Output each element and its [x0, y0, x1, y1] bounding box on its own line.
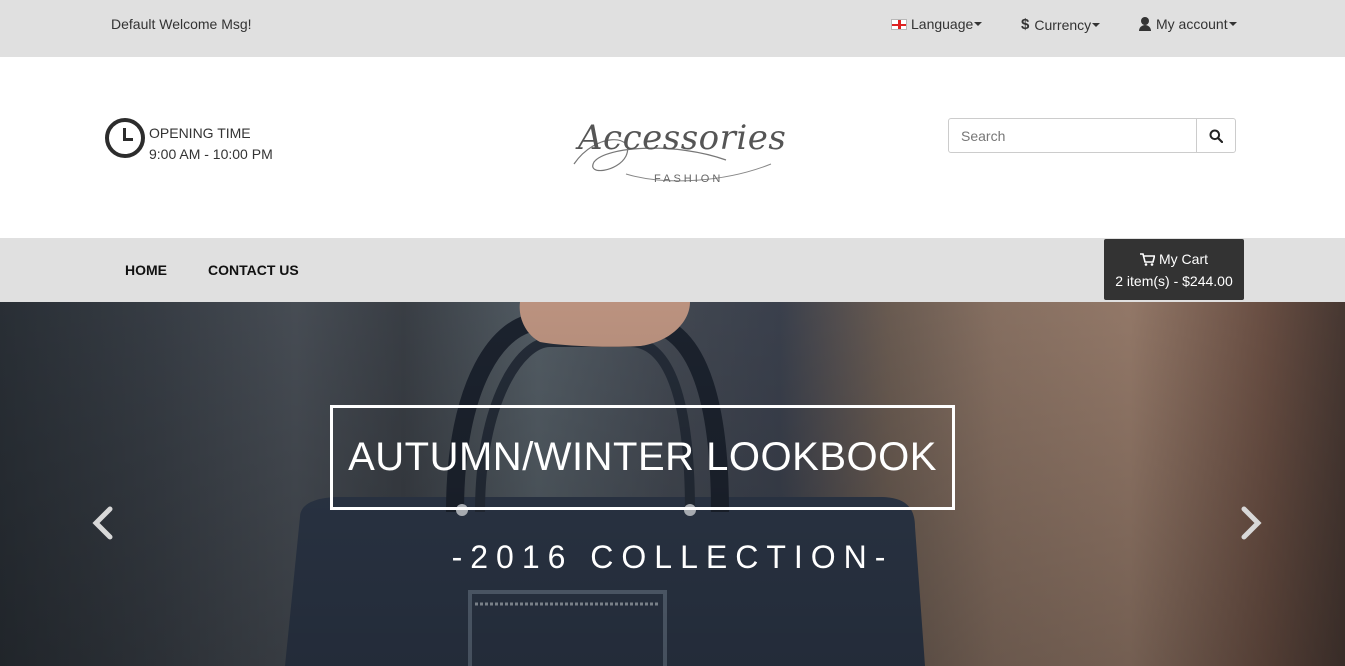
nav-contact-us[interactable]: CONTACT US — [208, 262, 299, 278]
top-bar: Default Welcome Msg! Language $ Currency… — [0, 0, 1345, 57]
cart-label: My Cart — [1159, 251, 1208, 267]
caret-down-icon — [1228, 22, 1237, 26]
language-dropdown[interactable]: Language — [891, 16, 983, 32]
account-dropdown[interactable]: My account — [1138, 16, 1237, 32]
user-icon — [1138, 17, 1152, 31]
hero-slider: AUTUMN/WINTER LOOKBOOK -2016 COLLECTION- — [0, 302, 1345, 666]
logo-subtitle: FASHION — [654, 173, 724, 185]
nav-home[interactable]: HOME — [125, 262, 167, 278]
currency-dropdown[interactable]: $ Currency — [1021, 16, 1101, 33]
cart-icon — [1140, 252, 1155, 266]
account-label: My account — [1156, 16, 1228, 32]
chevron-right-icon[interactable] — [1236, 505, 1266, 541]
search-box — [948, 118, 1236, 153]
search-input[interactable] — [949, 119, 1196, 152]
logo-script-text: Accessories — [578, 118, 787, 158]
caret-down-icon — [974, 22, 983, 26]
currency-label: Currency — [1034, 16, 1092, 33]
dollar-icon: $ — [1021, 16, 1030, 33]
search-button[interactable] — [1196, 119, 1235, 152]
cart-header: My Cart — [1104, 251, 1244, 267]
caret-down-icon — [1092, 22, 1101, 27]
opening-hours: 9:00 AM - 10:00 PM — [149, 146, 273, 162]
cart-summary: 2 item(s) - $244.00 — [1115, 273, 1233, 289]
search-icon — [1209, 129, 1223, 143]
site-logo[interactable]: Accessories FASHION — [566, 112, 787, 192]
banner-subtitle: -2016 COLLECTION- — [451, 539, 894, 575]
banner-title: AUTUMN/WINTER LOOKBOOK — [348, 435, 937, 479]
banner-frame: AUTUMN/WINTER LOOKBOOK — [330, 405, 955, 510]
opening-time-title: OPENING TIME — [149, 125, 251, 141]
cart-button[interactable]: My Cart 2 item(s) - $244.00 — [1104, 239, 1244, 300]
welcome-message: Default Welcome Msg! — [111, 16, 252, 32]
flag-icon — [891, 18, 907, 30]
language-label: Language — [911, 16, 974, 32]
clock-icon — [105, 118, 145, 158]
chevron-left-icon[interactable] — [88, 505, 118, 541]
